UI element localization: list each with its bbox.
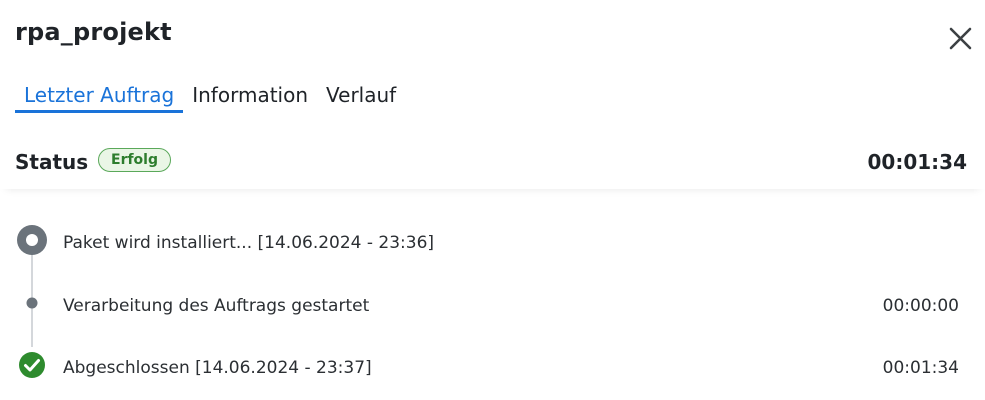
tab-letzter-auftrag[interactable]: Letzter Auftrag	[15, 80, 184, 113]
timeline-item: Paket wird installiert... [14.06.2024 - …	[0, 215, 985, 255]
progress-ring-icon	[17, 225, 47, 255]
timeline-item-text: Verarbeitung des Auftrags gestartet	[63, 296, 370, 316]
close-button[interactable]	[944, 22, 978, 56]
status-badge: Erfolg	[98, 148, 171, 172]
status-label: Status	[15, 150, 89, 174]
status-duration: 00:01:34	[867, 150, 968, 174]
timeline-item-text: Paket wird installiert... [14.06.2024 - …	[63, 233, 435, 253]
timeline-item-text: Abgeschlossen [14.06.2024 - 23:37]	[63, 358, 372, 378]
tab-bar: Letzter Auftrag Information Verlauf	[15, 80, 405, 114]
dot-icon	[17, 288, 47, 318]
tab-information[interactable]: Information	[183, 80, 317, 110]
job-details-panel: rpa_projekt Letzter Auftrag Information …	[0, 0, 985, 400]
timeline-item: Verarbeitung des Auftrags gestartet 00:0…	[0, 278, 985, 318]
close-icon	[949, 27, 972, 50]
timeline-item: Abgeschlossen [14.06.2024 - 23:37] 00:01…	[0, 340, 985, 380]
status-row: Status Erfolg 00:01:34	[0, 137, 985, 189]
check-circle-icon	[17, 350, 47, 380]
timeline-item-time: 00:00:00	[882, 296, 959, 316]
tab-verlauf[interactable]: Verlauf	[317, 80, 405, 110]
panel-title: rpa_projekt	[15, 18, 172, 46]
job-timeline: Paket wird installiert... [14.06.2024 - …	[0, 205, 985, 385]
timeline-item-time: 00:01:34	[882, 358, 959, 378]
